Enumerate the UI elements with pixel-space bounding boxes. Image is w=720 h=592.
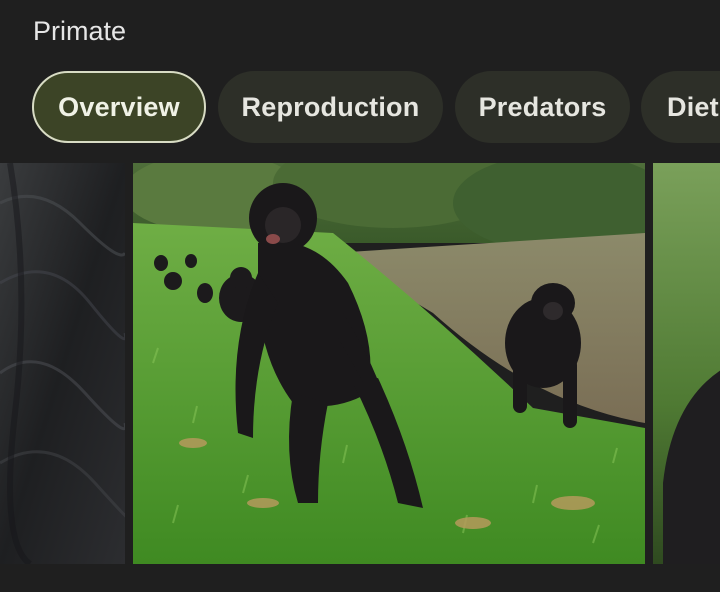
bonobos-photo xyxy=(133,163,645,564)
image-tile-previous[interactable] xyxy=(0,163,125,564)
tab-overview[interactable]: Overview xyxy=(32,71,206,143)
next-photo xyxy=(653,163,720,564)
fur-closeup-image xyxy=(0,163,125,564)
entity-subtitle: Primate xyxy=(33,16,127,46)
topic-chip-row[interactable]: Overview Reproduction Predators Diet xyxy=(0,71,720,143)
bottom-divider xyxy=(0,564,720,592)
tab-reproduction[interactable]: Reproduction xyxy=(218,71,443,143)
tab-predators[interactable]: Predators xyxy=(455,71,630,143)
tab-diet[interactable]: Diet xyxy=(641,71,720,143)
image-tile-next[interactable] xyxy=(653,163,720,564)
image-carousel[interactable] xyxy=(0,163,720,564)
image-tile-bonobos[interactable] xyxy=(133,163,645,564)
knowledge-panel: Primate Overview Reproduction Predators … xyxy=(0,0,720,592)
